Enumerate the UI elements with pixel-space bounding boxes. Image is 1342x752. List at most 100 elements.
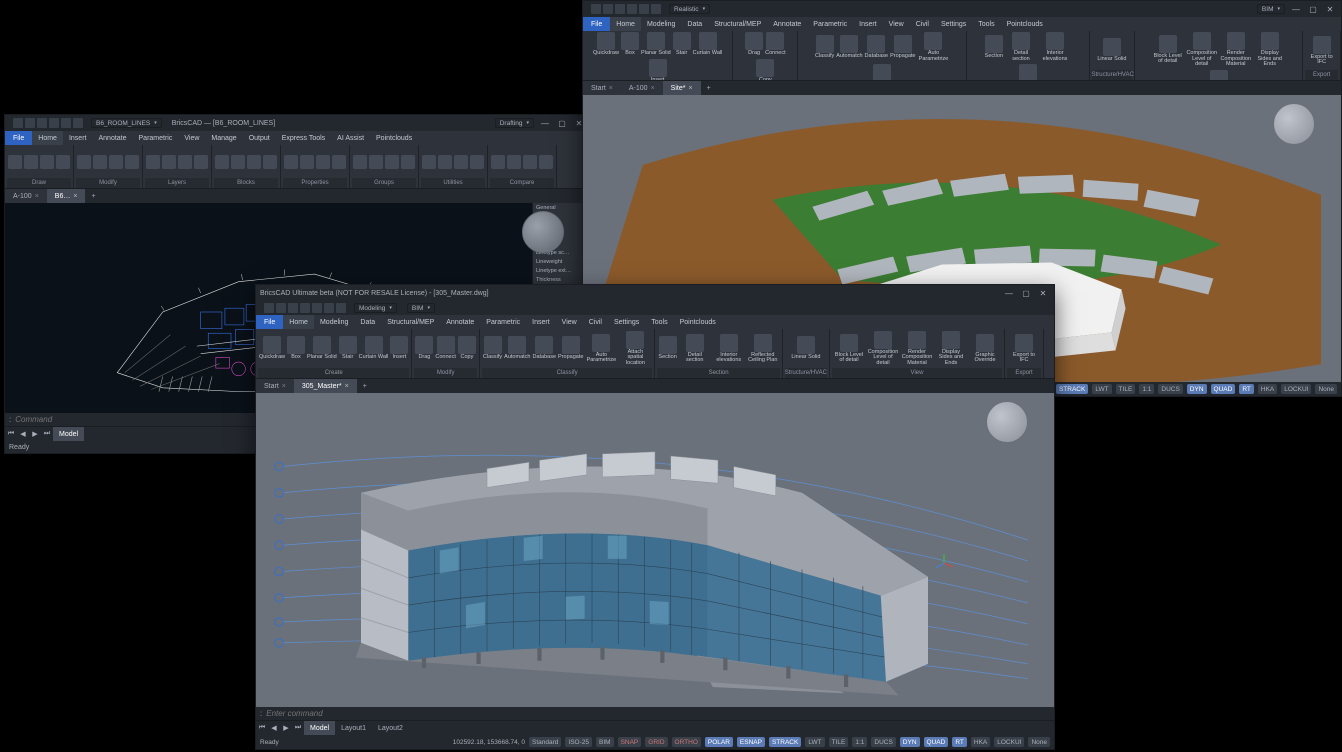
qat-open-icon[interactable]	[615, 4, 625, 14]
ribbon-icon[interactable]	[162, 155, 176, 169]
status-toggle-lockui[interactable]: LOCKUI	[994, 737, 1024, 747]
interior-elevations-button[interactable]: Interior elevations	[713, 334, 745, 364]
tab-civil[interactable]: Civil	[583, 315, 608, 329]
status-toggle-strack[interactable]: STRACK	[769, 737, 801, 747]
qat-redo-icon[interactable]	[651, 4, 661, 14]
new-doc-button[interactable]: +	[85, 193, 101, 200]
qat-new-icon[interactable]	[603, 4, 613, 14]
connect-button[interactable]: Connect	[435, 336, 456, 361]
tab-view[interactable]: View	[178, 131, 205, 145]
ribbon-icon[interactable]	[194, 155, 208, 169]
qat-new-icon[interactable]	[25, 118, 35, 128]
qat-undo-icon[interactable]	[639, 4, 649, 14]
ribbon-icon[interactable]	[385, 155, 399, 169]
qat-undo-icon[interactable]	[324, 303, 334, 313]
workspace-dropdown[interactable]: BIM▾	[407, 303, 435, 313]
ribbon-icon[interactable]	[438, 155, 452, 169]
ribbon-icon[interactable]	[24, 155, 38, 169]
tab-output[interactable]: Output	[243, 131, 276, 145]
quickdraw-button[interactable]: Quickdraw	[593, 32, 619, 57]
tab-home[interactable]: Home	[283, 315, 314, 329]
ribbon-icon[interactable]	[8, 155, 22, 169]
ribbon-icon[interactable]	[77, 155, 91, 169]
new-doc-button[interactable]: +	[701, 85, 717, 92]
copy-button[interactable]: Copy	[458, 336, 476, 361]
status-toggle-lwt[interactable]: LWT	[805, 737, 824, 747]
classify-button[interactable]: Classify	[815, 35, 834, 60]
status-toggle-tile[interactable]: TILE	[829, 737, 849, 747]
interior-elevations-button[interactable]: Interior elevations	[1039, 32, 1071, 62]
ribbon-icon[interactable]	[539, 155, 553, 169]
graphic-override-button[interactable]: Graphic Override	[1203, 70, 1235, 82]
doc-tab[interactable]: A-100×	[621, 81, 663, 95]
status-toggle-1:1[interactable]: 1:1	[1139, 384, 1154, 394]
tab-annotate[interactable]: Annotate	[92, 131, 132, 145]
status-toggle-none[interactable]: None	[1028, 737, 1050, 747]
layer-dropdown[interactable]: B6_ROOM_LINES▾	[91, 118, 162, 128]
tab-parametric[interactable]: Parametric	[807, 17, 853, 31]
layout-tab[interactable]: Layout1	[335, 721, 372, 735]
tab-pointclouds[interactable]: Pointclouds	[1001, 17, 1049, 31]
export-to-ifc-button[interactable]: Export to IFC	[1008, 334, 1040, 364]
status-toggle-esnap[interactable]: ESNAP	[737, 737, 765, 747]
ribbon-icon[interactable]	[332, 155, 346, 169]
qat-undo-icon[interactable]	[61, 118, 71, 128]
box-button[interactable]: Box	[621, 32, 639, 57]
ribbon-icon[interactable]	[40, 155, 54, 169]
quickdraw-button[interactable]: Quickdraw	[259, 336, 285, 361]
linear-solid-button[interactable]: Linear Solid	[791, 336, 820, 361]
qat-new-icon[interactable]	[276, 303, 286, 313]
qat-open-icon[interactable]	[37, 118, 47, 128]
tab-insert[interactable]: Insert	[526, 315, 556, 329]
status-toggle-polar[interactable]: POLAR	[705, 737, 733, 747]
status-toggle-ducs[interactable]: DUCS	[1158, 384, 1182, 394]
tab-express-tools[interactable]: Express Tools	[276, 131, 331, 145]
tab-tools[interactable]: Tools	[972, 17, 1000, 31]
auto-parametrize-button[interactable]: Auto Parametrize	[585, 334, 617, 364]
detail-section-button[interactable]: Detail section	[1005, 32, 1037, 62]
layout-nav-button[interactable]: ▶	[29, 429, 41, 439]
status-toggle-strack[interactable]: STRACK	[1056, 384, 1088, 394]
render-composition-material-button[interactable]: Render Composition Material	[901, 331, 933, 367]
auto-parametrize-button[interactable]: Auto Parametrize	[917, 32, 949, 62]
section-button[interactable]: Section	[658, 336, 676, 361]
tab-modeling[interactable]: Modeling	[641, 17, 681, 31]
ribbon-icon[interactable]	[491, 155, 505, 169]
detail-section-button[interactable]: Detail section	[679, 334, 711, 364]
status-toggle-hka[interactable]: HKA	[971, 737, 990, 747]
app-icon[interactable]	[13, 118, 23, 128]
command-line[interactable]: :	[256, 707, 1054, 721]
layout-nav-button[interactable]: ⏭	[41, 429, 53, 439]
ribbon-icon[interactable]	[263, 155, 277, 169]
doc-tab[interactable]: A-100×	[5, 189, 47, 203]
tab-tools[interactable]: Tools	[645, 315, 673, 329]
tab-annotate[interactable]: Annotate	[767, 17, 807, 31]
viewcube[interactable]	[1273, 103, 1315, 145]
doc-tab[interactable]: 305_Master*×	[294, 379, 357, 393]
doc-tab[interactable]: B6…×	[47, 189, 86, 203]
doc-tab[interactable]: Start×	[256, 379, 294, 393]
display-sides-and-ends-button[interactable]: Display Sides and Ends	[1254, 32, 1286, 68]
tab-structural-mep[interactable]: Structural/MEP	[381, 315, 440, 329]
status-toggle-rt[interactable]: RT	[952, 737, 967, 747]
ribbon-icon[interactable]	[523, 155, 537, 169]
status-toggle-ortho[interactable]: ORTHO	[672, 737, 701, 747]
stair-button[interactable]: Stair	[339, 336, 357, 361]
layout-nav-button[interactable]: ▶	[280, 723, 292, 733]
minimize-button[interactable]: —	[1002, 288, 1016, 298]
display-sides-and-ends-button[interactable]: Display Sides and Ends	[935, 331, 967, 367]
status-toggle-dyn[interactable]: DYN	[900, 737, 920, 747]
status-toggle-hka[interactable]: HKA	[1258, 384, 1277, 394]
status-toggle-1:1[interactable]: 1:1	[852, 737, 867, 747]
tab-pointclouds[interactable]: Pointclouds	[674, 315, 722, 329]
copy-button[interactable]: Copy	[756, 59, 774, 82]
doc-tab[interactable]: Start×	[583, 81, 621, 95]
layout-tab[interactable]: Model	[53, 427, 84, 441]
ribbon-icon[interactable]	[125, 155, 139, 169]
app-icon[interactable]	[264, 303, 274, 313]
layout-nav-button[interactable]: ◀	[17, 429, 29, 439]
ribbon-icon[interactable]	[470, 155, 484, 169]
ribbon-icon[interactable]	[247, 155, 261, 169]
status-toggle-standard[interactable]: Standard	[529, 737, 561, 747]
file-menu[interactable]: File	[583, 17, 610, 31]
